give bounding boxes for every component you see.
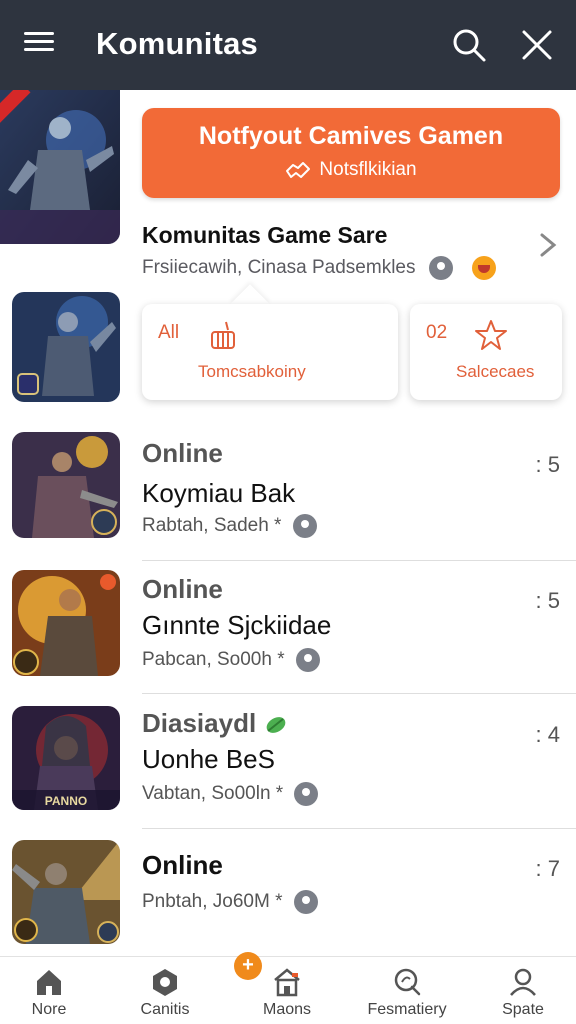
nav-item-community[interactable]: Canitis (110, 957, 220, 1024)
nav-label: Spate (502, 1001, 544, 1018)
fist-icon (211, 321, 235, 349)
chat-icon (293, 890, 318, 914)
community-name: Gınnte Sjckiidae (142, 610, 332, 640)
status-text: Online (142, 574, 223, 604)
nav-label: Maons (262, 1001, 312, 1018)
nav-label: Nore (31, 1001, 67, 1018)
game-thumbnail[interactable] (0, 90, 120, 244)
category-label: Tomcsabkoiny (198, 362, 306, 381)
featured-community[interactable]: Komunitas Game Sare Frsiiecawih, Cinasa … (142, 222, 572, 280)
member-count: : 7 (535, 856, 560, 881)
search-icon[interactable] (450, 26, 488, 64)
list-item[interactable]: Online Koymiau Bak Rabtah, Sadeh * : 5 (0, 430, 576, 558)
star-icon (475, 320, 507, 350)
member-count: : 5 (535, 452, 560, 477)
chat-icon (295, 648, 320, 672)
nav-item-home[interactable]: Nore (0, 957, 104, 1024)
notify-title: Notfyout Camives Gamen (198, 122, 504, 150)
page-title: Komunitas (96, 26, 258, 61)
store-icon (274, 968, 300, 997)
category-number: All (158, 322, 180, 343)
home-icon (37, 970, 61, 995)
leaf-icon (267, 717, 286, 733)
bottom-navigation: Nore Canitis Maons Fesmatiery Spate (0, 956, 576, 1024)
top-app-bar: Komunitas (0, 0, 576, 90)
nav-label: Fesmatiery (367, 1001, 447, 1018)
chat-icon (294, 782, 319, 806)
category-card-all[interactable]: All Tomcsabkoiny (142, 304, 398, 400)
status-text: Diasiaydl (142, 708, 289, 739)
close-icon[interactable] (518, 26, 556, 64)
nav-item-discover[interactable]: Fesmatiery (352, 957, 462, 1024)
community-name: Koymiau Bak (142, 478, 296, 508)
category-label: Salcecaes (456, 362, 535, 381)
game-thumbnail[interactable] (12, 292, 120, 402)
community-icon (153, 969, 177, 996)
list-item[interactable]: Online Pnbtah, Jo60M * : 7 (0, 836, 576, 952)
community-name: Uonhe BeS (142, 744, 275, 774)
status-text: Online (142, 850, 223, 880)
divider (142, 693, 576, 694)
member-count: : 4 (535, 722, 560, 747)
list-item[interactable]: Online Gınnte Sjckiidae Pabcan, So00h * … (0, 566, 576, 692)
profile-icon (510, 968, 536, 996)
handshake-icon (286, 162, 311, 178)
category-card-02[interactable]: 02 Salcecaes (410, 304, 562, 400)
community-name: Komunitas Game Sare (142, 222, 388, 248)
notify-button[interactable]: Notfyout Camives Gamen Notsflkikian (142, 108, 560, 198)
list-item[interactable]: Diasiaydl Uonhe BeS Vabtan, So00ln * : 4 (0, 700, 576, 826)
notification-badge: + (234, 952, 262, 980)
divider (142, 828, 576, 829)
nav-label: Canitis (140, 1001, 190, 1018)
menu-icon[interactable] (24, 28, 54, 58)
status-text: Online (142, 438, 223, 468)
emoji-icon (472, 256, 497, 280)
divider (142, 560, 576, 561)
category-number: 02 (426, 322, 448, 343)
member-count: : 5 (535, 588, 560, 613)
chat-icon (428, 256, 453, 280)
notify-subtitle: Notsflkikian (319, 159, 417, 180)
community-meta: Pabcan, So00h * (142, 649, 285, 671)
community-meta: Vabtan, So00ln * (142, 783, 284, 805)
community-meta: Rabtah, Sadeh * (142, 515, 282, 537)
discover-icon (394, 968, 421, 996)
chevron-right-icon[interactable] (536, 232, 560, 258)
chat-icon (292, 514, 317, 538)
community-meta: Pnbtah, Jo60M * (142, 891, 283, 913)
nav-item-profile[interactable]: Spate (468, 957, 576, 1024)
community-description: Frsiiecawih, Cinasa Padsemkles (142, 257, 416, 279)
